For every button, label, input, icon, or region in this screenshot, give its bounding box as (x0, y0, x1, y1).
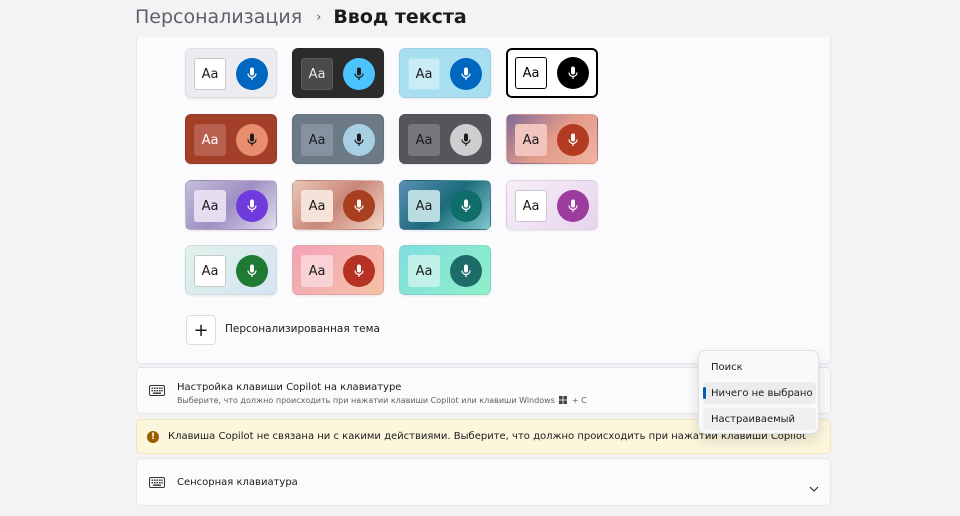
copilot-key-dropdown-menu: Поиск Ничего не выбрано Настраиваемый (698, 350, 819, 434)
theme-sample-text: Aa (408, 124, 440, 156)
keyboard-icon (149, 385, 165, 396)
touch-keyboard-title: Сенсорная клавиатура (177, 477, 298, 488)
microphone-icon (557, 57, 589, 89)
add-custom-theme-button[interactable]: + (186, 315, 216, 345)
microphone-icon (343, 124, 375, 156)
theme-sample-text: Aa (194, 124, 226, 156)
custom-theme-label[interactable]: Персонализированная тема (225, 323, 380, 335)
theme-tile[interactable]: Aa (506, 48, 598, 98)
dropdown-option-custom[interactable]: Настраиваемый (703, 408, 816, 430)
theme-tile[interactable]: Aa (399, 180, 491, 230)
microphone-icon (450, 124, 482, 156)
theme-tile[interactable]: Aa (185, 48, 277, 98)
breadcrumb-parent[interactable]: Персонализация (135, 6, 302, 28)
info-warning-icon: ! (147, 430, 159, 443)
theme-sample-text: Aa (301, 58, 333, 90)
selection-indicator (703, 387, 706, 399)
touch-keyboard-setting[interactable]: Сенсорная клавиатура (136, 458, 831, 506)
theme-tile[interactable]: Aa (292, 48, 384, 98)
theme-tile[interactable]: Aa (292, 114, 384, 164)
theme-tile[interactable]: Aa (399, 48, 491, 98)
copilot-key-subtitle-text: Выберите, что должно происходить при наж… (177, 396, 555, 405)
copilot-key-title: Настройка клавиши Copilot на клавиатуре (177, 382, 402, 393)
keyboard-icon (149, 477, 165, 488)
theme-tile[interactable]: Aa (185, 114, 277, 164)
theme-sample-text: Aa (301, 255, 333, 287)
microphone-icon (343, 255, 375, 287)
theme-sample-text: Aa (515, 57, 547, 89)
theme-sample-text: Aa (515, 190, 547, 222)
page-title: Ввод текста (333, 6, 467, 28)
theme-tile[interactable]: Aa (292, 180, 384, 230)
theme-sample-text: Aa (194, 58, 226, 90)
theme-sample-text: Aa (408, 255, 440, 287)
dropdown-option-search[interactable]: Поиск (703, 356, 816, 378)
theme-sample-text: Aa (194, 255, 226, 287)
microphone-icon (343, 190, 375, 222)
theme-sample-text: Aa (515, 124, 547, 156)
breadcrumb: Персонализация › Ввод текста (135, 3, 467, 31)
breadcrumb-separator-icon: › (316, 9, 322, 25)
microphone-icon (450, 190, 482, 222)
microphone-icon (236, 255, 268, 287)
microphone-icon (557, 124, 589, 156)
windows-logo-icon (559, 396, 568, 406)
theme-tile[interactable]: Aa (399, 114, 491, 164)
theme-tile[interactable]: Aa (292, 245, 384, 295)
theme-sample-text: Aa (408, 58, 440, 90)
theme-tile[interactable]: Aa (399, 245, 491, 295)
theme-tile[interactable]: Aa (506, 114, 598, 164)
microphone-icon (236, 190, 268, 222)
theme-tile[interactable]: Aa (185, 245, 277, 295)
microphone-icon (343, 58, 375, 90)
theme-sample-text: Aa (301, 124, 333, 156)
microphone-icon (557, 190, 589, 222)
copilot-key-subtitle: Выберите, что должно происходить при наж… (177, 396, 587, 406)
microphone-icon (236, 124, 268, 156)
theme-sample-text: Aa (408, 190, 440, 222)
dropdown-option-none[interactable]: Ничего не выбрано (703, 382, 816, 404)
microphone-icon (450, 255, 482, 287)
theme-sample-text: Aa (194, 190, 226, 222)
theme-sample-text: Aa (301, 190, 333, 222)
theme-tile[interactable]: Aa (506, 180, 598, 230)
dropdown-option-label: Ничего не выбрано (711, 387, 813, 399)
microphone-icon (450, 58, 482, 90)
theme-picker-panel: Aa Aa Aa Aa Aa Aa Aa Aa Aa Aa Aa Aa Aa Aa Aa + Персона… (136, 37, 831, 364)
theme-tile[interactable]: Aa (185, 180, 277, 230)
microphone-icon (236, 58, 268, 90)
chevron-down-icon[interactable] (809, 477, 819, 496)
copilot-key-shortcut: + C (571, 396, 587, 405)
